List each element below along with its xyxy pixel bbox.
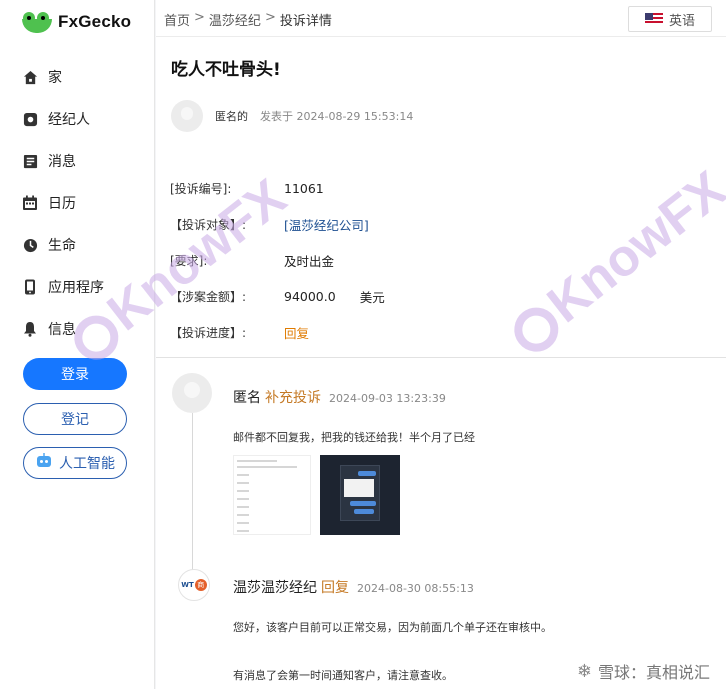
complaint-amount: 94000.0 xyxy=(284,288,336,304)
gecko-logo-icon xyxy=(22,10,52,34)
reply-header: 匿名 补充投诉 2024-09-03 13:23:39 xyxy=(233,387,446,407)
reply-text: 有消息了会第一时间通知客户，请注意查收。 xyxy=(233,669,453,682)
complaint-request: 及时出金 xyxy=(284,253,335,269)
sidebar-item-label: 信息 xyxy=(48,322,76,338)
complaint-target-row: 【投诉对象】: [温莎经纪公司] xyxy=(170,206,385,242)
sidebar-item-label: 日历 xyxy=(48,196,76,212)
field-label: [投诉编号]: xyxy=(170,181,232,196)
attachment-image[interactable] xyxy=(320,455,400,535)
ai-button[interactable]: 人工智能 xyxy=(23,447,127,479)
sidebar-item-label: 生命 xyxy=(48,238,76,254)
field-label: [要求]: xyxy=(170,253,208,268)
sidebar-item-calendar[interactable]: 日历 xyxy=(22,182,142,224)
avatar xyxy=(171,100,203,132)
life-icon xyxy=(22,237,38,253)
reply-time: 2024-08-30 08:55:13 xyxy=(357,582,474,595)
reply-text: 您好，该客户目前可以正常交易，因为前面几个单子还在审核中。 xyxy=(233,621,552,634)
complaint-request-row: [要求]: 及时出金 xyxy=(170,242,385,278)
snowball-icon: ❄ xyxy=(576,660,592,682)
footer-watermark: ❄ 雪球：真相说汇 xyxy=(577,659,710,683)
main-content: 首页 > 温莎经纪 > 投诉详情 英语 吃人不吐骨头! 匿名的 发表于 2024… xyxy=(156,0,726,689)
divider xyxy=(156,36,726,37)
breadcrumb-home[interactable]: 首页 xyxy=(164,10,190,29)
merchant-badge: 商 xyxy=(194,579,207,591)
complaint-id-row: [投诉编号]: 11061 xyxy=(170,170,385,206)
complaint-title: 吃人不吐骨头! xyxy=(171,60,281,80)
register-button[interactable]: 登记 xyxy=(23,403,127,435)
logo-text: FxGecko xyxy=(58,12,132,31)
breadcrumb-broker[interactable]: 温莎经纪 xyxy=(209,10,261,29)
reply-text: 邮件都不回复我，把我的钱还给我！半个月了已经 xyxy=(233,431,475,444)
field-label: 【投诉对象】: xyxy=(170,217,247,232)
home-icon xyxy=(22,69,38,85)
sidebar-item-label: 应用程序 xyxy=(48,280,104,296)
breadcrumb-current: 投诉详情 xyxy=(279,14,332,29)
footer-watermark-text: 雪球：真相说汇 xyxy=(597,663,710,682)
sidebar-item-label: 家 xyxy=(48,70,62,86)
complaint-id: 11061 xyxy=(284,180,324,196)
logo[interactable]: FxGecko xyxy=(22,10,131,34)
sidebar-item-home[interactable]: 家 xyxy=(22,56,142,98)
breadcrumb-separator: > xyxy=(264,10,276,25)
mobile-app-icon xyxy=(22,279,38,295)
sidebar-item-label: 消息 xyxy=(48,154,76,170)
complaint-target-link[interactable]: [温莎经纪公司] xyxy=(284,215,369,234)
reply-header: 温莎温莎经纪 回复 2024-08-30 08:55:13 xyxy=(233,577,474,597)
sidebar-item-life[interactable]: 生命 xyxy=(22,224,142,266)
complaint-progress-row: 【投诉进度】: 回复 xyxy=(170,314,385,350)
language-label: 英语 xyxy=(668,13,695,29)
login-button[interactable]: 登录 xyxy=(23,358,127,390)
complaint-author: 匿名的 xyxy=(215,110,248,123)
field-label: 【投诉进度】: xyxy=(170,325,247,340)
reply-author: 温莎温莎经纪 xyxy=(233,580,317,596)
calendar-icon xyxy=(22,195,38,211)
sidebar-nav: 家 经纪人 消息 日历 生命 应用程序 信息 xyxy=(22,56,142,350)
complaint-progress-status: 回复 xyxy=(284,325,310,341)
complaint-amount-unit: 美元 xyxy=(359,289,385,305)
reply-time: 2024-09-03 13:23:39 xyxy=(329,392,446,405)
broker-logo-text: WT xyxy=(181,581,194,589)
sidebar-item-news[interactable]: 消息 xyxy=(22,140,142,182)
broker-logo: WT 商 xyxy=(178,569,210,601)
sidebar-item-label: 经纪人 xyxy=(48,112,90,128)
breadcrumb-separator: > xyxy=(194,10,205,25)
complaint-author-row: 匿名的 发表于 2024-08-29 15:53:14 xyxy=(171,100,413,132)
reply-type: 补充投诉 xyxy=(265,390,321,406)
ai-button-label: 人工智能 xyxy=(59,456,115,472)
attachment-image[interactable] xyxy=(233,455,311,535)
divider xyxy=(156,357,726,358)
reply-type: 回复 xyxy=(321,580,349,596)
timeline-line xyxy=(192,413,193,573)
language-selector[interactable]: 英语 xyxy=(628,6,712,32)
sidebar-item-broker[interactable]: 经纪人 xyxy=(22,98,142,140)
sidebar-item-info[interactable]: 信息 xyxy=(22,308,142,350)
news-icon xyxy=(22,153,38,169)
avatar xyxy=(172,373,212,413)
bell-icon xyxy=(22,321,38,337)
complaint-posted-time: 发表于 2024-08-29 15:53:14 xyxy=(260,110,414,123)
field-label: 【涉案金额】: xyxy=(170,289,247,304)
complaint-fields: [投诉编号]: 11061 【投诉对象】: [温莎经纪公司] [要求]: 及时出… xyxy=(170,170,385,350)
sidebar-item-app[interactable]: 应用程序 xyxy=(22,266,142,308)
complaint-amount-row: 【涉案金额】: 94000.0 美元 xyxy=(170,278,385,314)
sidebar: FxGecko 家 经纪人 消息 日历 生命 应用程序 信息 登录 登记 人工智… xyxy=(0,0,155,689)
us-flag-icon xyxy=(644,13,663,25)
robot-icon xyxy=(35,453,53,473)
reply-author: 匿名 xyxy=(233,390,261,406)
breadcrumb: 首页 > 温莎经纪 > 投诉详情 xyxy=(164,10,332,29)
broker-icon xyxy=(22,111,38,127)
